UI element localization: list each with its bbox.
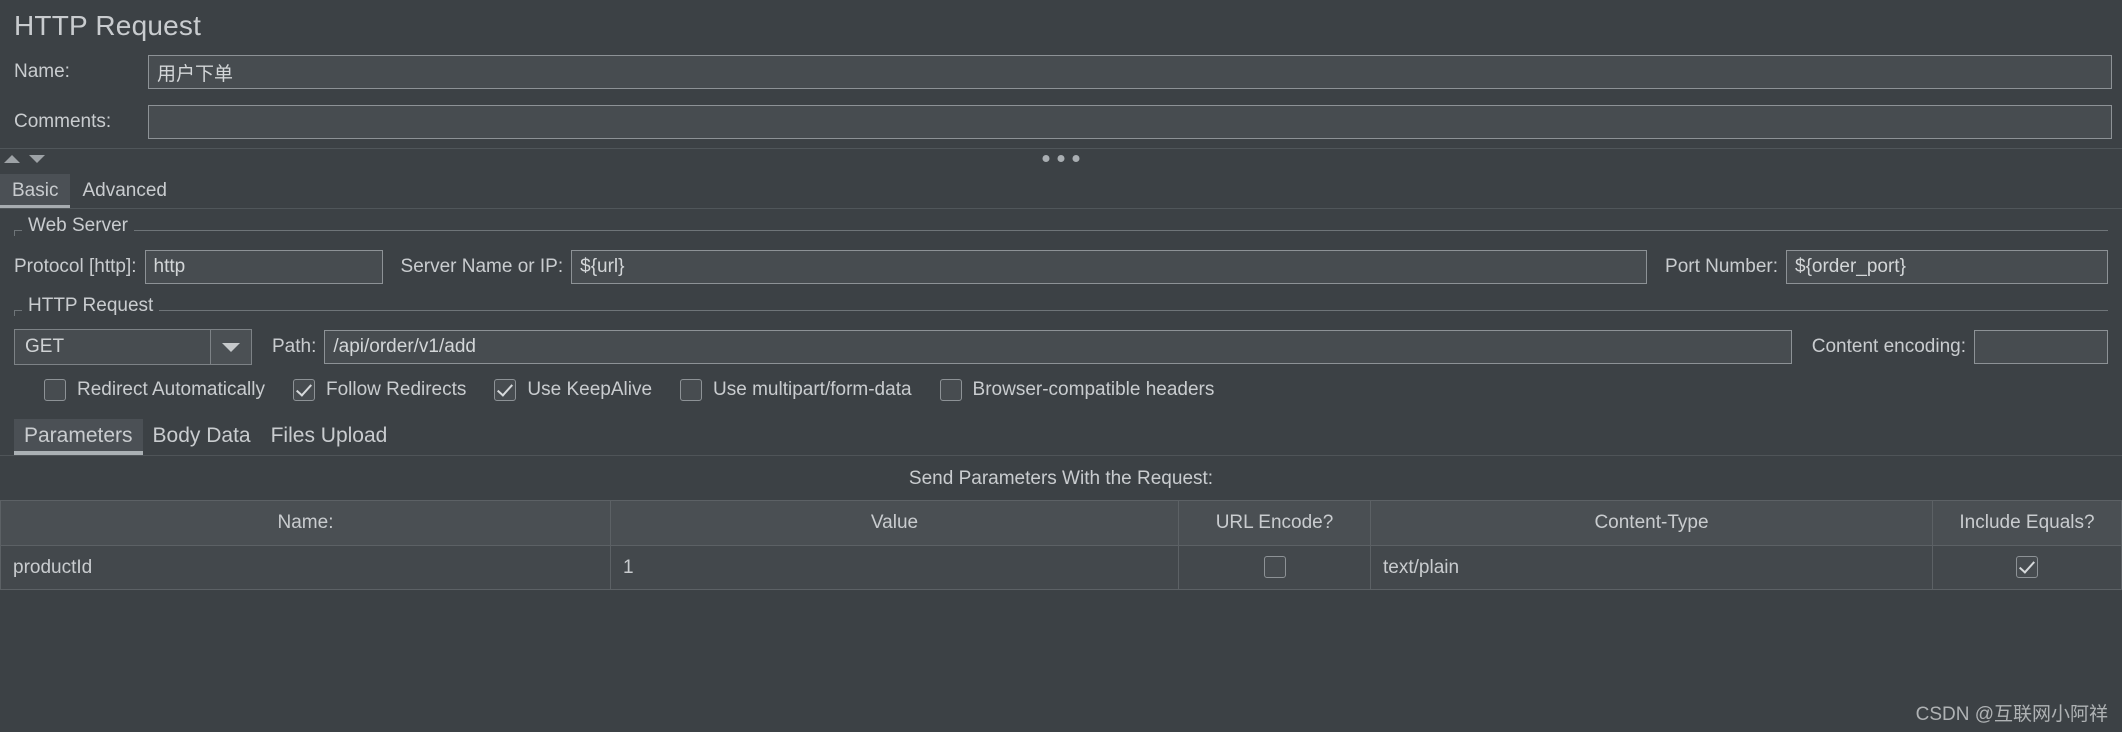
port-number-label: Port Number:	[1665, 256, 1778, 277]
comments-row: Comments:	[0, 96, 2122, 148]
row-checkbox-url-encode[interactable]	[1263, 556, 1286, 579]
column-header-value[interactable]: Value	[610, 500, 1179, 546]
splitter-handle-dots-icon[interactable]	[1042, 155, 1080, 162]
outer-tab-bar: Basic Advanced	[0, 168, 2122, 208]
method-path-row: GET Path: Content encoding:	[14, 325, 2108, 369]
comments-label: Comments:	[14, 111, 112, 132]
chevron-down-icon	[222, 342, 240, 352]
http-request-group-title: HTTP Request	[22, 295, 160, 317]
content-encoding-label: Content encoding:	[1811, 336, 1966, 357]
tab-parameters[interactable]: Parameters	[14, 419, 143, 455]
tab-basic-label: Basic	[12, 180, 59, 201]
server-name-input[interactable]	[571, 250, 1648, 284]
tab-body-data-label: Body Data	[152, 424, 251, 447]
checkbox-use-multipart-form-data-label: Use multipart/form-data	[713, 379, 912, 400]
content-encoding-input[interactable]	[1974, 330, 2108, 364]
name-input[interactable]	[148, 55, 2112, 89]
http-request-group-tick	[14, 310, 15, 316]
outer-tab-underline	[0, 208, 2122, 209]
tab-body-data[interactable]: Body Data	[143, 419, 261, 455]
watermark: CSDN @互联网小阿祥	[1916, 699, 2108, 726]
web-server-group-border	[14, 230, 2108, 231]
checkbox-redirect-automatically-box[interactable]	[44, 379, 66, 401]
cell-include-equals[interactable]	[1932, 545, 2122, 590]
collapse-splitter[interactable]	[0, 149, 2122, 168]
checkbox-browser-compatible-headers-box[interactable]	[939, 379, 962, 401]
checkbox-use-multipart-form-data-box[interactable]	[680, 379, 703, 401]
http-request-fields: GET Path: Content encoding: Redirect Aut…	[14, 325, 2108, 411]
cell-url-encode[interactable]	[1178, 545, 1371, 590]
panel-header: HTTP Request	[0, 0, 2122, 48]
tab-files-upload[interactable]: Files Upload	[261, 419, 398, 455]
checkbox-browser-compatible-headers-label: Browser-compatible headers	[972, 379, 1215, 400]
method-value: GET	[14, 329, 210, 365]
tab-basic[interactable]: Basic	[0, 174, 71, 208]
tab-files-upload-label: Files Upload	[270, 424, 388, 447]
cell-content-type[interactable]: text/plain	[1370, 545, 1933, 590]
tab-advanced[interactable]: Advanced	[70, 174, 179, 208]
web-server-row: Protocol [http]: Server Name or IP: Port…	[14, 245, 2108, 289]
web-server-group: Web Server Protocol [http]: Server Name …	[14, 215, 2108, 289]
web-server-group-title: Web Server	[22, 215, 134, 237]
checkbox-follow-redirects[interactable]: Follow Redirects	[292, 379, 467, 401]
web-server-fields: Protocol [http]: Server Name or IP: Port…	[14, 245, 2108, 289]
page-title: HTTP Request	[14, 10, 202, 41]
name-label: Name:	[14, 61, 70, 82]
collapse-down-icon[interactable]	[29, 154, 45, 163]
http-request-group-border	[14, 310, 2108, 311]
request-options-row: Redirect Automatically Follow Redirects …	[14, 369, 2108, 411]
protocol-label: Protocol [http]:	[14, 256, 137, 277]
params-table-caption: Send Parameters With the Request:	[908, 468, 1214, 489]
path-input[interactable]	[324, 330, 1792, 364]
checkbox-use-keepalive-box[interactable]	[494, 379, 517, 401]
splitter-arrows	[0, 154, 45, 163]
checkbox-follow-redirects-label: Follow Redirects	[325, 379, 467, 400]
checkbox-redirect-automatically[interactable]: Redirect Automatically	[44, 379, 265, 401]
checkbox-browser-compatible-headers[interactable]: Browser-compatible headers	[939, 379, 1215, 401]
method-dropdown[interactable]: GET	[14, 329, 252, 365]
tab-advanced-label: Advanced	[82, 180, 167, 201]
http-request-panel: HTTP Request Name: Comments: Basic Advan…	[0, 0, 2122, 732]
column-header-url-encode[interactable]: URL Encode?	[1178, 500, 1371, 546]
comments-input[interactable]	[148, 105, 2112, 139]
row-checkbox-include-equals[interactable]	[2016, 556, 2038, 579]
checkbox-use-keepalive-label: Use KeepAlive	[527, 379, 653, 400]
collapse-up-icon[interactable]	[4, 154, 20, 163]
checkbox-follow-redirects-box[interactable]	[292, 379, 315, 401]
name-row: Name:	[0, 48, 2122, 96]
path-label: Path:	[272, 336, 317, 357]
protocol-input[interactable]	[144, 250, 383, 284]
params-table: Name: Value URL Encode? Content-Type Inc…	[0, 500, 2122, 590]
table-row[interactable]: productId 1 text/plain	[0, 545, 2122, 590]
inner-tab-bar: Parameters Body Data Files Upload	[0, 413, 2122, 455]
params-table-header-row: Name: Value URL Encode? Content-Type Inc…	[0, 500, 2122, 546]
method-dropdown-button[interactable]	[210, 329, 252, 365]
server-name-label: Server Name or IP:	[400, 256, 564, 277]
port-number-input[interactable]	[1786, 250, 2108, 284]
web-server-group-tick	[14, 230, 15, 236]
cell-param-name[interactable]: productId	[0, 545, 611, 590]
column-header-name[interactable]: Name:	[0, 500, 611, 546]
cell-param-value[interactable]: 1	[610, 545, 1179, 590]
checkbox-redirect-automatically-label: Redirect Automatically	[77, 379, 265, 400]
column-header-content-type[interactable]: Content-Type	[1370, 500, 1933, 546]
checkbox-use-multipart-form-data[interactable]: Use multipart/form-data	[680, 379, 912, 401]
tab-parameters-label: Parameters	[24, 424, 133, 447]
checkbox-use-keepalive[interactable]: Use KeepAlive	[494, 379, 652, 401]
column-header-include-equals[interactable]: Include Equals?	[1932, 500, 2122, 546]
http-request-group: HTTP Request GET Path: Content encoding:	[14, 295, 2108, 411]
watermark-text: CSDN @互联网小阿祥	[1915, 704, 2108, 725]
